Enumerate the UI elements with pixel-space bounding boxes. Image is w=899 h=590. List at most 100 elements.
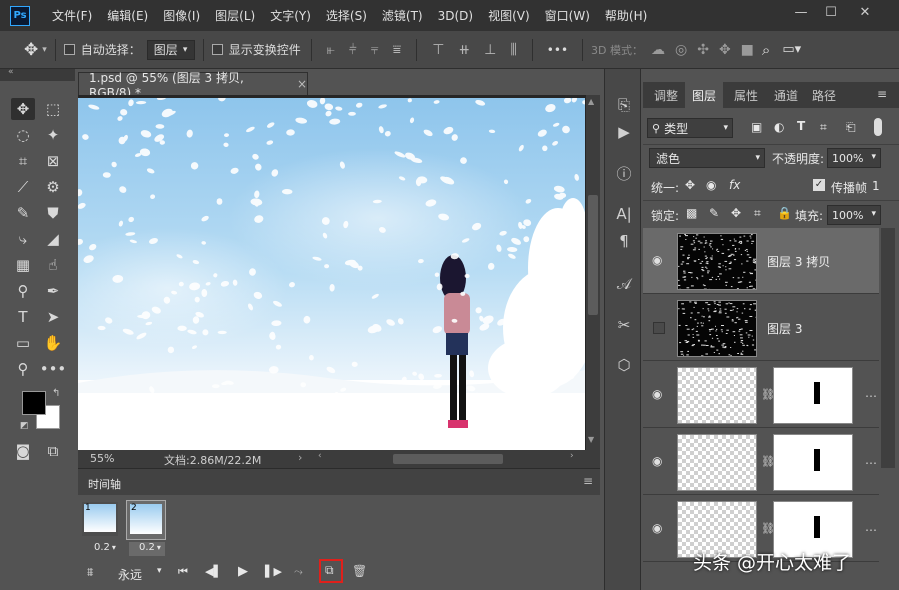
chevron-down-icon[interactable]: ▾	[157, 566, 162, 576]
distribute-icon[interactable]: ⩸	[393, 42, 402, 58]
menu-select[interactable]: 选择(S)	[326, 7, 367, 24]
menu-edit[interactable]: 编辑(E)	[107, 7, 148, 24]
close-document-button[interactable]: ×	[297, 77, 307, 91]
menu-layer[interactable]: 图层(L)	[215, 7, 255, 24]
pixel-filter-icon[interactable]: ▣	[751, 120, 762, 134]
propagate-frame-checkbox[interactable]: ✓	[813, 179, 825, 191]
lock-all-icon[interactable]: 🔒	[777, 206, 792, 220]
lasso-tool-icon[interactable]: ◌	[11, 124, 35, 146]
document-tab[interactable]: 1.psd @ 55% (图层 3 拷贝, RGB/8) * ×	[78, 71, 308, 100]
more-tools-icon[interactable]: •••	[40, 358, 67, 380]
align-bottom-icon[interactable]: ⊥	[484, 42, 496, 58]
menu-window[interactable]: 窗口(W)	[545, 7, 590, 24]
brush-tool-icon[interactable]: ✎	[11, 202, 35, 224]
maximize-button[interactable]: ☐	[816, 0, 846, 24]
next-frame-icon[interactable]: ▌▶	[265, 565, 282, 578]
shape-filter-icon[interactable]: ⌗	[820, 120, 827, 135]
chevron-down-icon[interactable]: ▾	[42, 45, 47, 55]
frame-1[interactable]: 1	[82, 502, 118, 536]
foreground-color-swatch[interactable]	[22, 391, 46, 415]
3d-orbit-icon[interactable]: ☁	[651, 42, 665, 58]
trash-icon[interactable]: 🗑	[352, 564, 367, 578]
tab-paths[interactable]: 路径	[805, 82, 843, 108]
glyphs-icon[interactable]: 𝒜	[613, 273, 635, 295]
layer-name[interactable]: 图层 3 拷贝	[767, 253, 830, 270]
3d-scale-icon[interactable]: ■	[741, 42, 754, 58]
rectangle-tool-icon[interactable]: ▭	[11, 332, 35, 354]
3d-pan-icon[interactable]: ✣	[697, 42, 709, 58]
info-icon[interactable]: ⓘ	[613, 162, 635, 184]
screen-mode-icon[interactable]: ⧉	[41, 440, 65, 462]
tab-channels[interactable]: 通道	[767, 82, 805, 108]
frame-tool-icon[interactable]: ⊠	[41, 150, 65, 172]
zoom-level[interactable]: 55%	[90, 452, 114, 465]
adjustment-filter-icon[interactable]: ◐	[774, 120, 784, 134]
layer-row[interactable]: ◉ ⛓ …	[643, 429, 879, 495]
more-icon[interactable]: …	[865, 520, 877, 534]
layer-name[interactable]: 图层 3	[767, 320, 802, 337]
more-icon[interactable]: …	[865, 453, 877, 467]
frame-2[interactable]: 2	[126, 500, 166, 540]
visibility-eye-icon[interactable]: ◉	[652, 387, 666, 401]
3d-slide-icon[interactable]: ✥	[719, 42, 731, 58]
panel-menu-icon[interactable]: ≡	[583, 474, 593, 488]
workspace-icon[interactable]: ▭▾	[782, 42, 801, 57]
tab-properties[interactable]: 属性	[727, 82, 765, 108]
more-options-button[interactable]: •••	[547, 43, 568, 57]
layer-mask-thumbnail[interactable]	[773, 434, 853, 491]
eraser-tool-icon[interactable]: ◢	[41, 228, 65, 250]
visibility-eye-icon[interactable]: ◉	[652, 253, 666, 267]
visibility-toggle-off[interactable]	[653, 322, 665, 334]
layer-row[interactable]: ◉ 图层 3 拷贝	[643, 228, 879, 294]
paragraph-icon[interactable]: ¶	[613, 230, 635, 252]
unify-style-icon[interactable]: fx	[729, 178, 740, 192]
type-filter-icon[interactable]: T	[797, 119, 805, 133]
smart-object-filter-icon[interactable]: ⎗	[846, 120, 856, 135]
close-window-button[interactable]: ✕	[850, 0, 880, 24]
history-brush-icon[interactable]: ⤷	[11, 228, 35, 250]
history-icon[interactable]: ⎘	[613, 94, 635, 116]
hand-tool-icon[interactable]: ✋	[41, 332, 65, 354]
crop-tool-icon[interactable]: ⌗	[11, 150, 35, 172]
move-tool-icon[interactable]: ✥	[11, 98, 35, 120]
horizontal-scroll-thumb[interactable]	[393, 454, 503, 464]
scroll-up-icon[interactable]: ▲	[588, 97, 594, 106]
frame-delay[interactable]: 0.2 ▾	[129, 542, 165, 556]
layer-filter-dropdown[interactable]: ⚲ 类型 ▾	[647, 118, 733, 138]
lock-position-icon[interactable]: ✥	[731, 206, 741, 220]
more-icon[interactable]: …	[865, 386, 877, 400]
marquee-tool-icon[interactable]: ⬚	[41, 98, 65, 120]
visibility-eye-icon[interactable]: ◉	[652, 454, 666, 468]
character-icon[interactable]: A|	[613, 203, 635, 225]
tween-icon[interactable]: ⤳	[294, 565, 303, 579]
convert-timeline-icon[interactable]: ⩩	[87, 565, 93, 580]
filter-toggle[interactable]	[874, 118, 882, 136]
collapse-icon[interactable]: «	[8, 67, 14, 77]
status-menu-icon[interactable]: ›	[298, 451, 302, 464]
3d-roll-icon[interactable]: ◎	[675, 42, 687, 58]
align-top-icon[interactable]: ⊤	[432, 42, 444, 58]
dodge-tool-icon[interactable]: ⚲	[11, 280, 35, 302]
actions-icon[interactable]: ▶	[613, 121, 635, 143]
scroll-left-icon[interactable]: ‹	[318, 451, 322, 461]
minimize-button[interactable]: —	[786, 0, 816, 24]
tab-layers[interactable]: 图层	[685, 82, 723, 108]
type-tool-icon[interactable]: T	[11, 306, 35, 328]
magic-wand-tool-icon[interactable]: ✦	[41, 124, 65, 146]
lock-transparency-icon[interactable]: ▩	[686, 206, 697, 220]
layer-row[interactable]: ◉ ⛓ …	[643, 362, 879, 428]
image-canvas[interactable]	[78, 98, 585, 450]
pen-tool-icon[interactable]: ✒	[41, 280, 65, 302]
vertical-scroll-thumb[interactable]	[588, 195, 598, 315]
scroll-right-icon[interactable]: ›	[570, 451, 574, 461]
unify-visibility-icon[interactable]: ◉	[706, 178, 716, 192]
panel-menu-icon[interactable]: ≡	[877, 87, 887, 101]
smudge-tool-icon[interactable]: ☝	[41, 254, 65, 276]
duplicate-frame-button[interactable]: ⧉	[319, 559, 343, 583]
layers-scrollbar[interactable]	[881, 228, 895, 468]
play-icon[interactable]: ▶	[238, 564, 248, 579]
layer-row[interactable]: 图层 3	[643, 295, 879, 361]
menu-image[interactable]: 图像(I)	[163, 7, 200, 24]
swap-colors-icon[interactable]: ↰	[52, 388, 60, 399]
loop-option[interactable]: 永远	[118, 566, 142, 583]
